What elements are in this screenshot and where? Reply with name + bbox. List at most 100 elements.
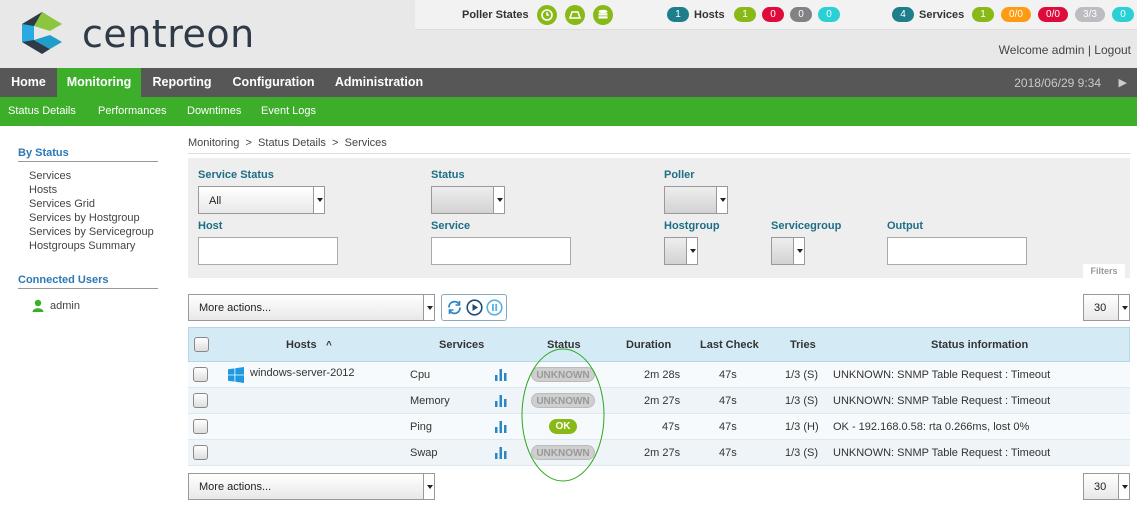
output-input[interactable] (887, 237, 1027, 265)
row-status-info: UNKNOWN: SNMP Table Request : Timeout (833, 395, 1051, 407)
nav-reporting[interactable]: Reporting (141, 68, 223, 97)
sidebar-link-services[interactable]: Services (29, 170, 71, 182)
nav-monitoring[interactable]: Monitoring (57, 68, 141, 97)
service-input[interactable] (431, 237, 571, 265)
chevron-down-icon (493, 187, 504, 213)
row-last-check: 47s (719, 421, 737, 433)
services-pending-badge[interactable]: 0 (1112, 7, 1134, 22)
row-checkbox[interactable] (193, 419, 208, 434)
chevron-down-icon (423, 295, 434, 320)
poller-select[interactable] (664, 186, 728, 214)
breadcrumb: Monitoring > Status Details > Services (188, 137, 387, 149)
page-size-value: 30 (1094, 481, 1107, 493)
row-checkbox[interactable] (193, 367, 208, 382)
services-total-badge[interactable]: 4 (892, 7, 914, 22)
row-checkbox[interactable] (193, 393, 208, 408)
col-services[interactable]: Services (439, 339, 484, 351)
services-critical-badge[interactable]: 0/0 (1038, 7, 1068, 22)
hosts-up-badge[interactable]: 1 (734, 7, 756, 22)
centreon-logo[interactable]: centreon (18, 10, 278, 58)
row-service[interactable]: Ping (410, 421, 432, 433)
pause-icon[interactable] (486, 299, 503, 319)
service-label: Service (431, 220, 471, 232)
hosts-total-badge[interactable]: 1 (667, 7, 689, 22)
chevron-down-icon (793, 238, 804, 264)
refresh-icon[interactable] (446, 299, 463, 319)
hostgroup-select[interactable] (664, 237, 698, 265)
status-select[interactable] (431, 186, 505, 214)
poller-database-icon[interactable] (565, 5, 585, 25)
col-duration[interactable]: Duration (626, 339, 671, 351)
poller-stack-icon[interactable] (593, 5, 613, 25)
table-row[interactable]: Memory UNKNOWN 2m 27s 47s 1/3 (S) UNKNOW… (188, 388, 1130, 414)
row-service[interactable]: Swap (410, 447, 438, 459)
more-actions-select-top[interactable]: More actions... (188, 294, 435, 321)
col-tries[interactable]: Tries (790, 339, 816, 351)
table-row[interactable]: Ping OK 47s 47s 1/3 (H) OK - 192.168.0.5… (188, 414, 1130, 440)
page-size-select-top[interactable]: 30 (1083, 294, 1130, 321)
subnav-performances[interactable]: Performances (98, 105, 166, 117)
sidebar-link-services-by-servicegroup[interactable]: Services by Servicegroup (29, 226, 154, 238)
sidebar-link-hosts[interactable]: Hosts (29, 184, 57, 196)
services-ok-badge[interactable]: 1 (972, 7, 994, 22)
more-actions-label: More actions... (199, 481, 272, 493)
performance-graph-icon[interactable] (495, 395, 507, 410)
hosts-label[interactable]: Hosts (694, 9, 725, 21)
sidebar-link-services-by-hostgroup[interactable]: Services by Hostgroup (29, 212, 140, 224)
row-service[interactable]: Cpu (410, 369, 430, 381)
nav-administration[interactable]: Administration (324, 68, 434, 97)
hosts-down-badge[interactable]: 0 (762, 7, 784, 22)
col-last-check[interactable]: Last Check (700, 339, 759, 351)
play-icon[interactable] (466, 299, 483, 319)
breadcrumb-status-details[interactable]: Status Details (258, 137, 326, 149)
hosts-unreachable-badge[interactable]: 0 (790, 7, 812, 22)
services-label[interactable]: Services (919, 9, 964, 21)
row-duration: 2m 27s (644, 447, 681, 459)
services-warning-badge[interactable]: 0/0 (1001, 7, 1031, 22)
performance-graph-icon[interactable] (495, 447, 507, 462)
subnav-event-logs[interactable]: Event Logs (261, 105, 316, 117)
row-duration: 2m 27s (644, 395, 681, 407)
table-row[interactable]: windows-server-2012 Cpu UNKNOWN 2m 28s 4… (188, 362, 1130, 388)
page-size-select-bottom[interactable]: 30 (1083, 473, 1130, 500)
nav-configuration[interactable]: Configuration (223, 68, 324, 97)
servicegroup-select[interactable] (771, 237, 805, 265)
connected-user-admin[interactable]: admin (50, 300, 80, 312)
host-input[interactable] (198, 237, 338, 265)
col-hosts[interactable]: Hosts (286, 339, 317, 351)
servicegroup-label: Servicegroup (771, 220, 842, 232)
breadcrumb-services[interactable]: Services (345, 137, 387, 149)
collapse-right-icon[interactable]: ▶ (1119, 76, 1127, 89)
table-row[interactable]: Swap UNKNOWN 2m 27s 47s 1/3 (S) UNKNOWN:… (188, 440, 1130, 466)
chevron-down-icon (686, 238, 697, 264)
subnav-downtimes[interactable]: Downtimes (187, 105, 241, 117)
sidebar-link-hostgroups-summary[interactable]: Hostgroups Summary (29, 240, 135, 252)
select-all-checkbox[interactable] (194, 337, 209, 352)
subnav-status-details[interactable]: Status Details (8, 105, 76, 117)
col-status-information[interactable]: Status information (931, 339, 1028, 351)
performance-graph-icon[interactable] (495, 369, 507, 384)
row-checkbox[interactable] (193, 445, 208, 460)
breadcrumb-monitoring[interactable]: Monitoring (188, 137, 239, 149)
logo-text: centreon (82, 12, 255, 56)
logout-link[interactable]: Logout (1094, 43, 1131, 57)
row-status-info: UNKNOWN: SNMP Table Request : Timeout (833, 447, 1051, 459)
performance-graph-icon[interactable] (495, 421, 507, 436)
filters-toggle-tab[interactable]: Filters (1083, 264, 1125, 278)
sort-ascending-icon[interactable]: ^ (326, 340, 332, 351)
service-status-select[interactable]: All (198, 186, 325, 214)
service-status-value: All (209, 195, 222, 207)
services-unknown-badge[interactable]: 3/3 (1075, 7, 1105, 22)
sidebar-by-status-title: By Status (18, 147, 158, 162)
row-status-info: OK - 192.168.0.58: rta 0.266ms, lost 0% (833, 421, 1030, 433)
hosts-pending-badge[interactable]: 0 (818, 7, 840, 22)
row-host[interactable]: windows-server-2012 (250, 367, 355, 379)
poller-states-label: Poller States (462, 9, 529, 21)
nav-home[interactable]: Home (0, 68, 57, 97)
poller-latency-icon[interactable] (537, 5, 557, 25)
page-size-value: 30 (1094, 302, 1107, 314)
welcome-separator: | (1087, 43, 1091, 57)
more-actions-select-bottom[interactable]: More actions... (188, 473, 435, 500)
sidebar-link-services-grid[interactable]: Services Grid (29, 198, 95, 210)
row-service[interactable]: Memory (410, 395, 450, 407)
